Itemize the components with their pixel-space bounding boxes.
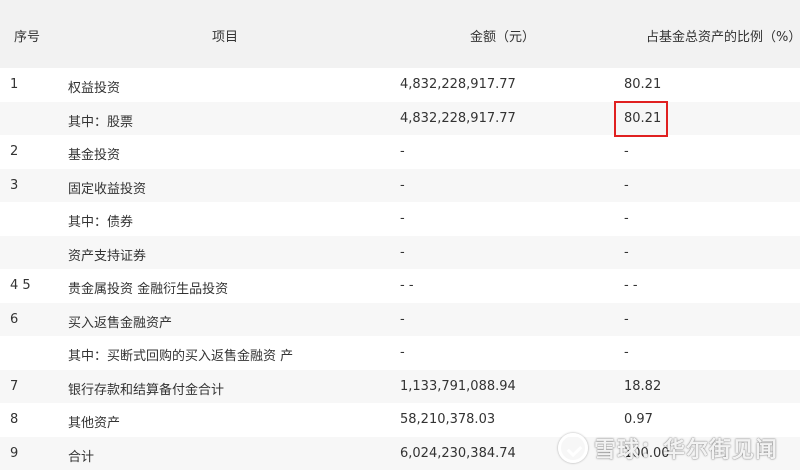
- row-item: 权益投资: [68, 81, 121, 96]
- row-seq: 7: [10, 378, 19, 394]
- row-ratio: 0.97: [624, 412, 653, 427]
- row-ratio: - -: [624, 278, 638, 293]
- row-amount: -: [400, 144, 405, 159]
- row-ratio: -: [624, 345, 629, 360]
- table-row: 资产支持证券 - -: [0, 235, 800, 269]
- table-row: 其中：买断式回购的买入返售金融资 产 - -: [0, 336, 800, 370]
- table-row: 1 权益投资 4,832,228,917.77 80.21: [0, 68, 800, 102]
- row-ratio: 80.21: [624, 77, 662, 92]
- row-seq: 3: [10, 177, 19, 193]
- row-item: 其中：股票: [68, 114, 134, 130]
- row-ratio: -: [624, 144, 629, 159]
- row-item: 其他资产: [68, 416, 121, 431]
- row-ratio: -: [624, 211, 629, 226]
- header-seq: 序号: [14, 30, 41, 45]
- row-item: 资产支持证券: [68, 248, 147, 264]
- row-amount: 4,832,228,917.77: [400, 110, 516, 126]
- row-seq: 4 5: [10, 278, 31, 293]
- highlight-box: [614, 101, 668, 137]
- row-amount: 6,024,230,384.74: [400, 445, 516, 461]
- row-amount: -: [400, 311, 405, 327]
- row-amount: 1,133,791,088.94: [400, 378, 516, 394]
- row-amount: - -: [400, 278, 414, 293]
- table-row: 7 银行存款和结算备付金合计 1,133,791,088.94 18.82: [0, 369, 800, 403]
- header-item: 项目: [212, 30, 239, 45]
- row-ratio: -: [624, 177, 629, 193]
- table-row: 6 买入返售金融资产 - -: [0, 302, 800, 336]
- row-item: 其中：买断式回购的买入返售金融资 产: [68, 349, 294, 364]
- row-amount: -: [400, 211, 405, 226]
- row-seq: 1: [10, 77, 19, 92]
- table-row: 其中：债券 - -: [0, 202, 800, 236]
- header-amount: 金额（元）: [470, 30, 536, 45]
- row-seq: 6: [10, 311, 19, 327]
- watermark-text: 雪球：华尔街见闻: [594, 438, 779, 463]
- row-item: 银行存款和结算备付金合计: [68, 382, 225, 398]
- header-ratio: 占基金总资产的比例（%）: [646, 30, 800, 45]
- row-amount: -: [400, 177, 405, 193]
- table-row: 其中：股票 4,832,228,917.77 80.21: [0, 101, 800, 135]
- row-amount: 58,210,378.03: [400, 412, 496, 427]
- watermark: 雪球：华尔街见闻: [558, 432, 778, 464]
- row-amount: -: [400, 345, 405, 360]
- row-item: 买入返售金融资产: [68, 315, 173, 331]
- row-item: 基金投资: [68, 148, 121, 163]
- row-ratio: -: [624, 244, 629, 260]
- asset-allocation-table: 序号 项目 金额（元） 占基金总资产的比例（%） 1 权益投资 4,832,22…: [0, 0, 800, 470]
- row-ratio: -: [624, 311, 629, 327]
- snowball-logo-icon: [558, 433, 588, 463]
- row-seq: 8: [10, 412, 19, 427]
- row-ratio: 18.82: [624, 378, 662, 394]
- table-header: 序号 项目 金额（元） 占基金总资产的比例（%）: [0, 0, 800, 68]
- table-row: 2 基金投资 - -: [0, 135, 800, 169]
- table-row: 4 5 贵金属投资 金融衍生品投资 - - - -: [0, 269, 800, 303]
- table-row: 3 固定收益投资 - -: [0, 168, 800, 202]
- row-amount: 4,832,228,917.77: [400, 77, 516, 92]
- row-item: 合计: [68, 449, 95, 465]
- row-item: 贵金属投资 金融衍生品投资: [68, 282, 229, 297]
- row-seq: 9: [10, 445, 19, 461]
- row-amount: -: [400, 244, 405, 260]
- row-seq: 2: [10, 144, 19, 159]
- row-item: 固定收益投资: [68, 181, 147, 197]
- row-item: 其中：债券: [68, 215, 134, 230]
